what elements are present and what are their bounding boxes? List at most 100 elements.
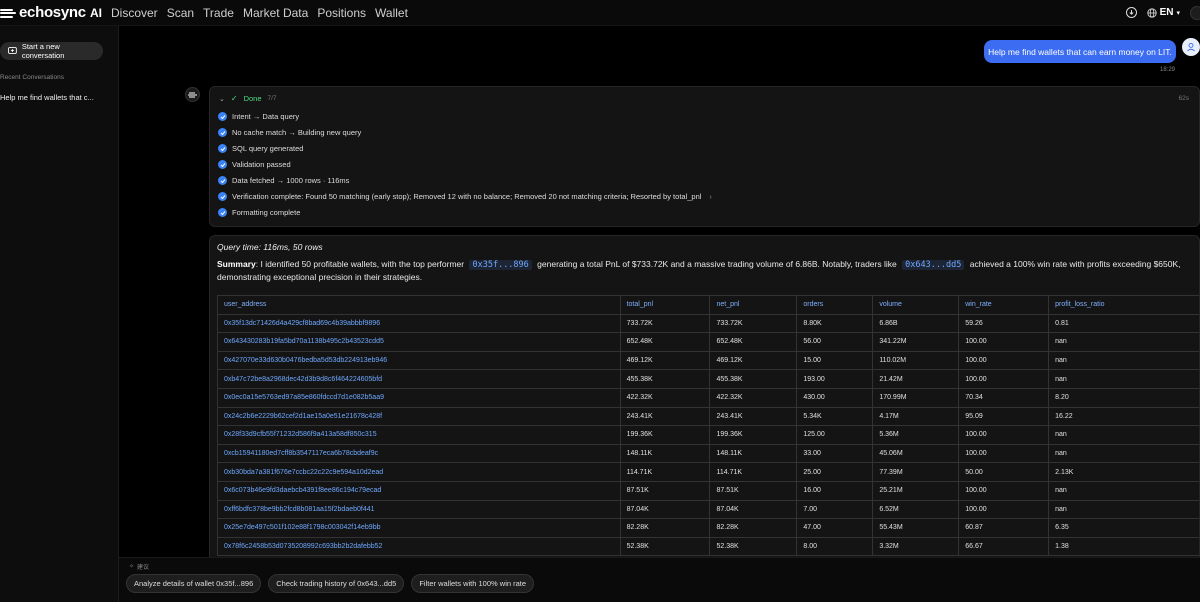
table-cell: 100.00 bbox=[958, 480, 1050, 501]
wallet-address-link[interactable]: 0xb30bda7a381f676e7ccbc22c22c9e594a10d2e… bbox=[217, 462, 621, 482]
suggestion-chip[interactable]: Analyze details of wallet 0x35f...896 bbox=[126, 574, 262, 593]
steps-header[interactable]: ⌄ ✓ Done 7/7 bbox=[219, 94, 277, 103]
table-cell: nan bbox=[1048, 480, 1199, 501]
wallet-address-link[interactable]: 0xcb15941180ed7cff8b3547117eca6b78cbdeaf… bbox=[217, 443, 621, 464]
assistant-avatar bbox=[185, 87, 200, 102]
table-cell: 652.48K bbox=[619, 332, 711, 352]
suggestion-chip[interactable]: Check trading history of 0x643...dd5 bbox=[268, 574, 405, 593]
wallet-address-link[interactable]: 0x0ec0a15e5763ed97a85e860fdccd7d1e082b5a… bbox=[217, 387, 621, 408]
address-chip[interactable]: 0x35f...896 bbox=[469, 260, 532, 270]
column-header-volume[interactable]: volume bbox=[872, 295, 960, 315]
column-header-net-pnl[interactable]: net_pnl bbox=[709, 295, 798, 315]
table-cell: 5.36M bbox=[872, 425, 960, 445]
column-header-total-pnl[interactable]: total_pnl bbox=[619, 295, 711, 315]
process-step: SQL query generated bbox=[218, 144, 303, 153]
table-cell: nan bbox=[1048, 443, 1199, 464]
brand-name: echosync bbox=[19, 4, 86, 21]
column-header-profit-loss-ratio[interactable]: profit_loss_ratio bbox=[1048, 295, 1199, 315]
table-row: 0xb30bda7a381f676e7ccbc22c22c9e594a10d2e… bbox=[217, 462, 1199, 482]
table-cell: 7.00 bbox=[796, 499, 874, 520]
column-header-orders[interactable]: orders bbox=[796, 295, 874, 315]
address-chip[interactable]: 0x643...dd5 bbox=[902, 260, 965, 270]
check-circle-icon bbox=[218, 192, 227, 201]
top-right-actions: EN ▾ bbox=[1125, 5, 1200, 20]
table-row: 0x24c2b6e2229b62cef2d1ae15a0e51e21678c42… bbox=[217, 406, 1199, 427]
table-row: 0x427070e33d630b0476bedba5d53db224913eb9… bbox=[217, 350, 1199, 371]
summary-part: : I identified 50 profitable wallets, wi… bbox=[255, 259, 465, 269]
table-cell: 422.32K bbox=[619, 387, 711, 408]
table-cell: 6.86B bbox=[872, 313, 960, 334]
step-text: Verification complete: Found 50 matching… bbox=[232, 192, 702, 201]
wallet-address-link[interactable]: 0xb47c72be8a2968dec42d3b9d8c6f464224605b… bbox=[217, 369, 621, 389]
column-header-user-address[interactable]: user_address bbox=[217, 295, 621, 315]
nav-item-discover[interactable]: Discover bbox=[111, 6, 158, 20]
nav-item-trade[interactable]: Trade bbox=[203, 6, 234, 20]
nav-item-market-data[interactable]: Market Data bbox=[243, 6, 308, 20]
table-cell: 87.51K bbox=[709, 480, 798, 501]
table-cell: 25.00 bbox=[796, 462, 874, 482]
table-cell: 16.22 bbox=[1048, 406, 1199, 427]
wallet-address-link[interactable]: 0x35f13dc71426d4a429cf8bad69c4b39abbbf98… bbox=[217, 313, 621, 334]
brand-logo[interactable]: echosync bbox=[0, 4, 90, 21]
table-cell: 47.00 bbox=[796, 518, 874, 538]
suggestion-chip[interactable]: Filter wallets with 100% win rate bbox=[411, 574, 535, 593]
process-steps-panel: ⌄ ✓ Done 7/7 62s Intent → Data query No c… bbox=[209, 86, 1200, 227]
step-text: SQL query generated bbox=[232, 144, 304, 153]
wallet-address-link[interactable]: 0xff6bdfc378be9bb2fcd8b081aa15f2bdaeb0f4… bbox=[217, 499, 621, 520]
language-selector[interactable]: EN ▾ bbox=[1146, 7, 1180, 18]
table-cell: 1.38 bbox=[1048, 536, 1199, 557]
wallet-address-link[interactable]: 0x28f33d9cfb55f71232d586f9a413a58df850c3… bbox=[217, 425, 621, 445]
table-cell: 170.99M bbox=[872, 387, 960, 408]
steps-status: Done bbox=[243, 94, 262, 103]
new-conversation-button[interactable]: Start a new conversation bbox=[0, 42, 103, 60]
table-cell: 3.32M bbox=[872, 536, 960, 557]
check-circle-icon bbox=[218, 144, 227, 153]
table-cell: 77.39M bbox=[872, 462, 960, 482]
table-cell: 0.81 bbox=[1048, 313, 1199, 334]
table-cell: 5.34K bbox=[796, 406, 874, 427]
table-cell: 2.13K bbox=[1048, 462, 1199, 482]
nav-item-wallet[interactable]: Wallet bbox=[375, 6, 408, 20]
process-step: Intent → Data query bbox=[218, 112, 299, 121]
suggestions-bar: ✧ 建议 Analyze details of wallet 0x35f...8… bbox=[119, 557, 1200, 602]
column-header-win-rate[interactable]: win_rate bbox=[958, 295, 1050, 315]
account-avatar[interactable] bbox=[1190, 5, 1200, 20]
table-header-row: user_address total_pnl net_pnl orders volume… bbox=[217, 295, 1199, 315]
table-cell: 52.38K bbox=[709, 536, 798, 557]
wallet-address-link[interactable]: 0x25e7de497c501f102e88f1798c003042f14eb9… bbox=[217, 518, 621, 538]
step-text: Intent → Data query bbox=[232, 112, 300, 121]
wallet-address-link[interactable]: 0x24c2b6e2229b62cef2d1ae15a0e51e21678c42… bbox=[217, 406, 621, 427]
nav-item-scan[interactable]: Scan bbox=[167, 6, 194, 20]
table-cell: 52.38K bbox=[619, 536, 711, 557]
process-step: Formatting complete bbox=[218, 208, 300, 217]
lightbulb-icon: ✧ bbox=[129, 564, 135, 570]
nav-item-positions[interactable]: Positions bbox=[317, 6, 366, 20]
table-cell: 469.12K bbox=[619, 350, 711, 371]
nav-item-ai[interactable]: AI bbox=[90, 6, 102, 20]
recent-conversation-item[interactable]: Help me find wallets that c... bbox=[0, 93, 94, 102]
check-circle-icon bbox=[218, 208, 227, 217]
table-cell: 100.00 bbox=[958, 332, 1050, 352]
table-cell: 50.00 bbox=[958, 462, 1050, 482]
wallet-address-link[interactable]: 0x643430283b19fa5bd70a1138b495c2b43523cd… bbox=[217, 332, 621, 352]
download-icon[interactable] bbox=[1125, 7, 1137, 18]
process-step[interactable]: Verification complete: Found 50 matching… bbox=[218, 192, 712, 201]
wallet-address-link[interactable]: 0x78f6c2458b53d0735208992c693bb2b2dafebb… bbox=[217, 536, 621, 557]
message-timestamp: 18:29 bbox=[1160, 67, 1176, 73]
table-cell: 341.22M bbox=[872, 332, 960, 352]
table-cell: 114.71K bbox=[619, 462, 711, 482]
table-cell: 455.38K bbox=[619, 369, 711, 389]
table-row: 0x78f6c2458b53d0735208992c693bb2b2dafebb… bbox=[217, 536, 1199, 557]
chevron-down-icon: ▾ bbox=[1176, 9, 1180, 17]
wallet-address-link[interactable]: 0x427070e33d630b0476bedba5d53db224913eb9… bbox=[217, 350, 621, 371]
table-cell: 82.28K bbox=[709, 518, 798, 538]
table-cell: 455.38K bbox=[709, 369, 798, 389]
table-cell: 193.00 bbox=[796, 369, 874, 389]
user-icon bbox=[1187, 42, 1195, 52]
wallet-address-link[interactable]: 0x6c073b46e9fd3daebcb4391f8ee86c194c79ec… bbox=[217, 480, 621, 501]
table-cell: nan bbox=[1048, 499, 1199, 520]
top-navigation-bar: echosync AI Discover Scan Trade Market Data P… bbox=[0, 0, 1200, 26]
table-cell: nan bbox=[1048, 350, 1199, 371]
table-cell: 733.72K bbox=[709, 313, 798, 334]
table-cell: 70.34 bbox=[958, 387, 1050, 408]
